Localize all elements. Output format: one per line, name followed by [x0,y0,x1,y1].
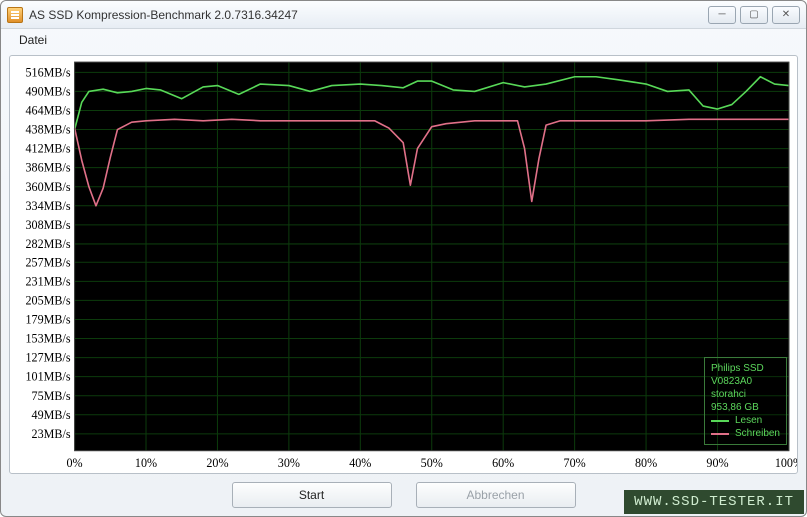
svg-text:40%: 40% [349,456,371,470]
maximize-button[interactable]: ▢ [740,6,768,24]
app-icon [7,7,23,23]
chart-panel: 23MB/s 49MB/s 75MB/s 101MB/s 127MB/s 153MB/s 1… [9,55,798,474]
legend-read-label: Lesen [735,414,762,427]
legend-read-swatch [711,420,729,422]
svg-text:127MB/s: 127MB/s [26,351,71,365]
legend-write-row: Schreiben [711,427,780,440]
minimize-button[interactable]: ─ [708,6,736,24]
svg-text:412MB/s: 412MB/s [26,142,71,156]
svg-text:464MB/s: 464MB/s [26,104,71,118]
svg-text:282MB/s: 282MB/s [26,237,71,251]
svg-text:70%: 70% [564,456,586,470]
titlebar: AS SSD Kompression-Benchmark 2.0.7316.34… [1,1,806,29]
start-button[interactable]: Start [232,482,392,508]
maximize-icon: ▢ [749,9,758,20]
svg-text:30%: 30% [278,456,300,470]
svg-text:10%: 10% [135,456,157,470]
svg-text:386MB/s: 386MB/s [26,161,71,175]
svg-text:90%: 90% [706,456,728,470]
legend-box: Philips SSD V0823A0 storahci 953,86 GB L… [704,357,787,445]
svg-text:490MB/s: 490MB/s [26,84,71,98]
legend-firmware: V0823A0 [711,375,780,388]
svg-text:153MB/s: 153MB/s [26,332,71,346]
chart-area: 23MB/s 49MB/s 75MB/s 101MB/s 127MB/s 153MB/s 1… [10,56,797,473]
svg-text:60%: 60% [492,456,514,470]
svg-text:101MB/s: 101MB/s [26,370,71,384]
close-button[interactable]: ✕ [772,6,800,24]
menu-datei[interactable]: Datei [11,31,55,49]
svg-text:80%: 80% [635,456,657,470]
menubar: Datei [1,29,806,51]
legend-write-label: Schreiben [735,427,780,440]
window-title: AS SSD Kompression-Benchmark 2.0.7316.34… [29,8,298,22]
svg-text:257MB/s: 257MB/s [26,255,71,269]
svg-text:334MB/s: 334MB/s [26,199,71,213]
abbrechen-button[interactable]: Abbrechen [416,482,576,508]
close-icon: ✕ [782,9,790,20]
legend-driver: storahci [711,388,780,401]
svg-text:0%: 0% [67,456,83,470]
svg-text:438MB/s: 438MB/s [26,123,71,137]
legend-write-swatch [711,433,729,435]
svg-text:49MB/s: 49MB/s [32,408,71,422]
legend-device: Philips SSD [711,362,780,375]
svg-text:308MB/s: 308MB/s [26,218,71,232]
legend-read-row: Lesen [711,414,780,427]
svg-text:50%: 50% [421,456,443,470]
compression-chart: 23MB/s 49MB/s 75MB/s 101MB/s 127MB/s 153MB/s 1… [10,56,797,473]
legend-capacity: 953,86 GB [711,401,780,414]
minimize-icon: ─ [718,9,725,20]
svg-text:205MB/s: 205MB/s [26,293,71,307]
svg-text:75MB/s: 75MB/s [32,389,71,403]
app-window: AS SSD Kompression-Benchmark 2.0.7316.34… [0,0,807,517]
svg-text:231MB/s: 231MB/s [26,274,71,288]
svg-text:516MB/s: 516MB/s [26,65,71,79]
svg-text:100%: 100% [775,456,797,470]
svg-text:23MB/s: 23MB/s [32,427,71,441]
svg-text:179MB/s: 179MB/s [26,312,71,326]
svg-text:360MB/s: 360MB/s [26,180,71,194]
watermark: WWW.SSD-TESTER.IT [624,490,804,514]
svg-text:20%: 20% [206,456,228,470]
